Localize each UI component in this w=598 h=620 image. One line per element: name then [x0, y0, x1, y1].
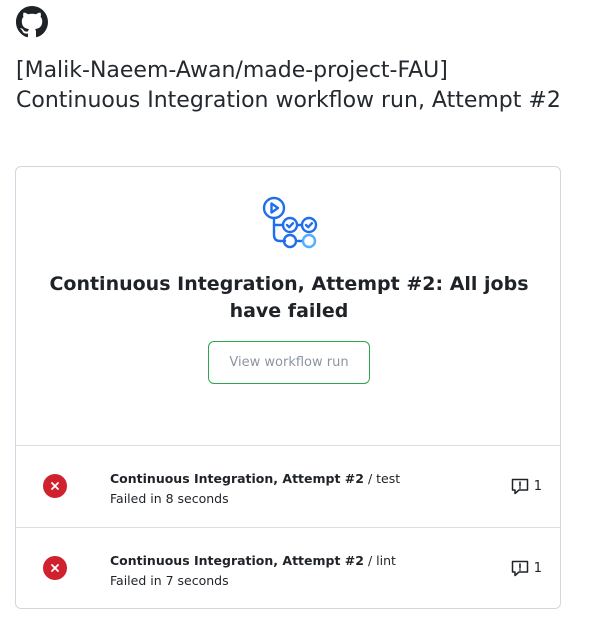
annotation-count: 1 — [510, 476, 542, 496]
annotation-count: 1 — [510, 558, 542, 578]
comment-alert-icon — [511, 560, 528, 577]
annotation-count-value: 1 — [533, 560, 542, 576]
annotation-count-value: 1 — [533, 478, 542, 494]
job-title: Continuous Integration, Attempt #2 / tes… — [110, 470, 470, 488]
page-title: [Malik-Naeem-Awan/made-project-FAU] Cont… — [16, 58, 561, 113]
x-circle-icon — [43, 474, 67, 498]
workflow-summary-card: Continuous Integration, Attempt #2: All … — [15, 166, 561, 609]
job-workflow-name: Continuous Integration, Attempt #2 — [110, 553, 364, 568]
comment-alert-icon — [511, 478, 528, 495]
job-separator: / — [363, 471, 377, 486]
email-notification: [Malik-Naeem-Awan/made-project-FAU] Cont… — [0, 0, 598, 620]
job-status: Failed in 7 seconds — [110, 573, 229, 588]
run-result-headline: Continuous Integration, Attempt #2: All … — [49, 273, 529, 322]
x-circle-icon — [43, 556, 67, 580]
workflow-icon — [262, 196, 318, 249]
job-name: test — [376, 471, 401, 486]
job-row-lint[interactable]: Continuous Integration, Attempt #2 / lin… — [16, 528, 560, 608]
job-status: Failed in 8 seconds — [110, 491, 229, 506]
card-hero: Continuous Integration, Attempt #2: All … — [16, 167, 560, 445]
job-separator: / — [363, 553, 377, 568]
view-workflow-run-button[interactable]: View workflow run — [208, 341, 370, 384]
job-row-test[interactable]: Continuous Integration, Attempt #2 / tes… — [16, 446, 560, 527]
job-name: lint — [376, 553, 396, 568]
job-workflow-name: Continuous Integration, Attempt #2 — [110, 471, 364, 486]
github-logo-icon — [16, 6, 48, 38]
job-title: Continuous Integration, Attempt #2 / lin… — [110, 552, 470, 570]
